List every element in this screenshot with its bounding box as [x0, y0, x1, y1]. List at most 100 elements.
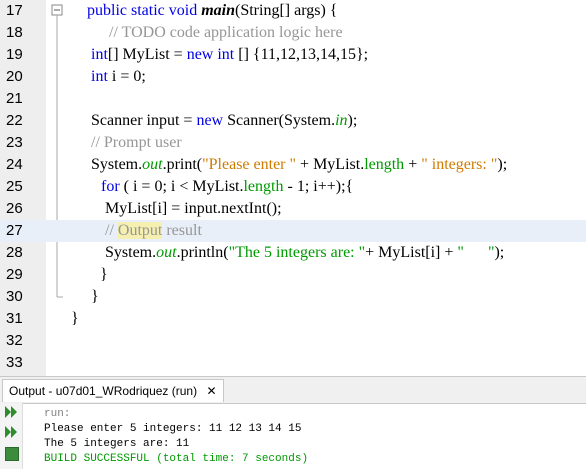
output-tab-label: Output - u07d01_WRodriquez (run) [9, 384, 198, 398]
code-token: + MyList. [296, 156, 365, 173]
code-token: "Please enter " [202, 156, 297, 173]
code-token: in [335, 112, 348, 129]
code-token: - 1; i++);{ [283, 178, 354, 195]
line-number: 23 [6, 134, 23, 151]
code-line[interactable]: 21 [0, 88, 586, 110]
code-editor[interactable]: 17 public static void main(String[] args)… [0, 0, 586, 376]
code-line[interactable]: 29} [0, 264, 586, 286]
code-text: // Output result [105, 220, 202, 242]
code-token: new int [186, 46, 235, 63]
code-token: length [243, 178, 284, 195]
code-token: } [71, 310, 79, 327]
code-token: MyList[i] = input.nextInt(); [105, 200, 282, 217]
code-text: } [91, 286, 99, 308]
code-token: .println( [176, 244, 229, 261]
code-text: } [71, 308, 79, 330]
code-text: MyList[i] = input.nextInt(); [105, 198, 282, 220]
code-token: } [91, 288, 99, 305]
line-number: 18 [6, 24, 23, 41]
line-number: 27 [6, 222, 23, 239]
code-line[interactable]: 18 // TODO code application logic here [0, 22, 586, 44]
code-token: ); [347, 112, 358, 129]
code-token: Scanner input = [91, 112, 197, 129]
code-token: + MyList[i] + [365, 244, 458, 261]
output-tab[interactable]: Output - u07d01_WRodriquez (run) ✕ [2, 379, 224, 402]
code-token: "The 5 integers are: " [228, 244, 366, 261]
code-token: ); [494, 244, 505, 261]
code-text: int[] MyList = new int [] {11,12,13,14,1… [91, 44, 368, 66]
rerun-with-params-icon[interactable] [4, 425, 18, 439]
line-number: 24 [6, 156, 23, 173]
code-text: int i = 0; [91, 66, 146, 88]
line-number: 26 [6, 200, 23, 217]
line-number: 25 [6, 178, 23, 195]
line-number: 31 [6, 310, 23, 327]
code-token: System. [91, 156, 143, 173]
code-text: Scanner input = new Scanner(System.in); [91, 110, 357, 132]
code-token: int [91, 68, 108, 85]
code-line[interactable]: 32 [0, 330, 586, 352]
code-token: // [105, 222, 118, 239]
rerun-icon[interactable] [4, 405, 18, 419]
line-number: 22 [6, 112, 23, 129]
code-text: // Prompt user [91, 132, 182, 154]
line-number: 21 [6, 90, 23, 107]
code-line[interactable]: 20 int i = 0; [0, 66, 586, 88]
code-line[interactable]: 28 System.out.println("The 5 integers are… [0, 242, 586, 264]
code-token: result [162, 222, 202, 239]
line-number: 29 [6, 266, 23, 283]
code-text: for ( i = 0; i < MyList.length - 1; i++)… [101, 176, 353, 198]
code-line[interactable]: 22 Scanner input = new Scanner(System.in)… [0, 110, 586, 132]
output-line: run: [44, 408, 71, 420]
code-line[interactable]: 26 MyList[i] = input.nextInt(); [0, 198, 586, 220]
stop-icon[interactable] [5, 447, 19, 461]
code-token: ); [497, 156, 508, 173]
output-line: BUILD SUCCESSFUL (total time: 7 seconds) [44, 453, 309, 465]
code-token: out [142, 156, 163, 173]
code-text: // TODO code application logic here [109, 22, 343, 44]
code-token: length [364, 156, 405, 173]
code-line[interactable]: 17 public static void main(String[] args)… [0, 0, 586, 22]
code-line[interactable]: 24 System.out.print("Please enter " + MyL… [0, 154, 586, 176]
code-token: System. [105, 244, 157, 261]
code-token: } [100, 266, 108, 283]
code-text: } [100, 264, 108, 286]
code-token: public static void [87, 2, 202, 19]
code-line[interactable]: 33 [0, 352, 586, 374]
code-line[interactable]: 27 // Output result [0, 220, 586, 242]
output-toolbar [0, 403, 23, 469]
code-token: Scanner(System. [223, 112, 336, 129]
code-token: " " [457, 244, 495, 261]
code-token: [] {11,12,13,14,15}; [234, 46, 369, 63]
code-token: i = 0; [107, 68, 146, 85]
output-line: The 5 integers are: 11 [44, 438, 190, 450]
code-line[interactable]: 25 for ( i = 0; i < MyList.length - 1; i+… [0, 176, 586, 198]
line-number: 32 [6, 332, 23, 349]
code-text: System.out.println("The 5 integers are: … [105, 242, 504, 264]
code-line[interactable]: 30} [0, 286, 586, 308]
line-number: 17 [6, 2, 23, 19]
code-token: " integers: " [421, 156, 498, 173]
output-line: Please enter 5 integers: 11 12 13 14 15 [44, 423, 302, 435]
code-line[interactable]: 23 // Prompt user [0, 132, 586, 154]
code-line[interactable]: 19 int[] MyList = new int [] {11,12,13,14… [0, 44, 586, 66]
code-token: // Prompt user [91, 134, 182, 151]
code-token: Output [117, 222, 163, 239]
code-token: main [201, 2, 235, 19]
line-number: 28 [6, 244, 23, 261]
code-token: // TODO code application logic here [109, 24, 343, 41]
close-icon[interactable]: ✕ [206, 384, 216, 398]
code-token: (String[] args) { [235, 2, 338, 19]
code-token: new [196, 112, 224, 129]
code-text: public static void main(String[] args) { [87, 0, 337, 22]
code-token: for [101, 178, 120, 195]
code-token: .print( [162, 156, 203, 173]
code-line[interactable]: 31} [0, 308, 586, 330]
code-token: + [404, 156, 422, 173]
code-token: ( i = 0; i < MyList. [119, 178, 244, 195]
code-token: int [91, 46, 108, 63]
code-token: [] MyList = [107, 46, 187, 63]
line-number: 19 [6, 46, 23, 63]
line-number: 33 [6, 354, 23, 371]
code-token: out [156, 244, 177, 261]
